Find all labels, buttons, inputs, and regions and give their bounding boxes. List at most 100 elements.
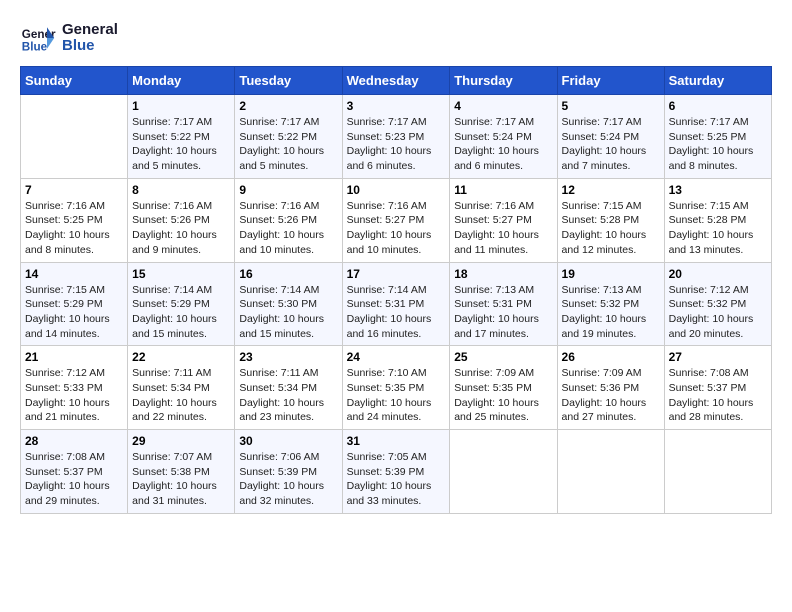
sunrise-text: Sunrise: 7:17 AM (669, 115, 767, 130)
day-info: Sunrise: 7:09 AMSunset: 5:36 PMDaylight:… (562, 366, 660, 425)
sunrise-text: Sunrise: 7:16 AM (25, 199, 123, 214)
day-number: 31 (347, 434, 446, 448)
day-info: Sunrise: 7:17 AMSunset: 5:25 PMDaylight:… (669, 115, 767, 174)
calendar-cell: 9Sunrise: 7:16 AMSunset: 5:26 PMDaylight… (235, 178, 342, 262)
calendar-cell: 25Sunrise: 7:09 AMSunset: 5:35 PMDayligh… (450, 346, 557, 430)
day-number: 21 (25, 350, 123, 364)
sunset-text: Sunset: 5:28 PM (669, 213, 767, 228)
day-info: Sunrise: 7:05 AMSunset: 5:39 PMDaylight:… (347, 450, 446, 509)
day-info: Sunrise: 7:06 AMSunset: 5:39 PMDaylight:… (239, 450, 337, 509)
calendar-cell: 4 Sunrise: 7:17 AMSunset: 5:24 PMDaylight… (450, 95, 557, 179)
calendar-cell: 22 Sunrise: 7:11 AMSunset: 5:34 PMDayligh… (128, 346, 235, 430)
sunset-text: Sunset: 5:25 PM (25, 213, 123, 228)
day-number: 14 (25, 267, 123, 281)
daylight-text: Daylight: 10 hours and 8 minutes. (25, 228, 123, 257)
calendar-cell: 23Sunrise: 7:11 AMSunset: 5:34 PMDayligh… (235, 346, 342, 430)
day-info: Sunrise: 7:15 AMSunset: 5:28 PMDaylight:… (669, 199, 767, 258)
sunset-text: Sunset: 5:33 PM (25, 381, 123, 396)
sunset-text: Sunset: 5:31 PM (454, 297, 552, 312)
day-info: Sunrise: 7:13 AMSunset: 5:31 PMDaylight:… (454, 283, 552, 342)
day-number: 3 (347, 99, 446, 113)
sunset-text: Sunset: 5:24 PM (562, 130, 660, 145)
sunset-text: Sunset: 5:39 PM (239, 465, 337, 480)
calendar-cell: 12Sunrise: 7:15 AMSunset: 5:28 PMDayligh… (557, 178, 664, 262)
day-info: Sunrise: 7:15 AMSunset: 5:29 PMDaylight:… (25, 283, 123, 342)
calendar-body: 1Sunrise: 7:17 AMSunset: 5:22 PMDaylight… (21, 95, 772, 514)
sunrise-text: Sunrise: 7:13 AM (454, 283, 552, 298)
sunset-text: Sunset: 5:38 PM (132, 465, 230, 480)
day-number: 15 (132, 267, 230, 281)
calendar-cell: 1Sunrise: 7:17 AMSunset: 5:22 PMDaylight… (128, 95, 235, 179)
day-number: 7 (25, 183, 123, 197)
calendar-cell: 19Sunrise: 7:13 AMSunset: 5:32 PMDayligh… (557, 262, 664, 346)
sunrise-text: Sunrise: 7:16 AM (454, 199, 552, 214)
daylight-text: Daylight: 10 hours and 11 minutes. (454, 228, 552, 257)
sunrise-text: Sunrise: 7:15 AM (25, 283, 123, 298)
calendar-cell: 13 Sunrise: 7:15 AMSunset: 5:28 PMDayligh… (664, 178, 771, 262)
sunrise-text: Sunrise: 7:16 AM (132, 199, 230, 214)
day-info: Sunrise: 7:12 AMSunset: 5:33 PMDaylight:… (25, 366, 123, 425)
day-number: 20 (669, 267, 767, 281)
sunrise-text: Sunrise: 7:05 AM (347, 450, 446, 465)
sunrise-text: Sunrise: 7:11 AM (132, 366, 230, 381)
calendar-cell: 15Sunrise: 7:14 AMSunset: 5:29 PMDayligh… (128, 262, 235, 346)
week-row-5: 28Sunrise: 7:08 AMSunset: 5:37 PMDayligh… (21, 430, 772, 514)
day-number: 25 (454, 350, 552, 364)
day-number: 4 (454, 99, 552, 113)
day-info: Sunrise: 7:14 AMSunset: 5:31 PMDaylight:… (347, 283, 446, 342)
sunrise-text: Sunrise: 7:14 AM (347, 283, 446, 298)
week-row-1: 1Sunrise: 7:17 AMSunset: 5:22 PMDaylight… (21, 95, 772, 179)
day-number: 26 (562, 350, 660, 364)
day-number: 11 (454, 183, 552, 197)
day-info: Sunrise: 7:17 AMSunset: 5:24 PMDaylight:… (454, 115, 552, 174)
daylight-text: Daylight: 10 hours and 31 minutes. (132, 479, 230, 508)
sunrise-text: Sunrise: 7:16 AM (347, 199, 446, 214)
sunrise-text: Sunrise: 7:17 AM (132, 115, 230, 130)
sunrise-text: Sunrise: 7:06 AM (239, 450, 337, 465)
day-number: 19 (562, 267, 660, 281)
week-row-4: 21Sunrise: 7:12 AMSunset: 5:33 PMDayligh… (21, 346, 772, 430)
sunrise-text: Sunrise: 7:17 AM (454, 115, 552, 130)
daylight-text: Daylight: 10 hours and 13 minutes. (669, 228, 767, 257)
daylight-text: Daylight: 10 hours and 17 minutes. (454, 312, 552, 341)
sunrise-text: Sunrise: 7:16 AM (239, 199, 337, 214)
calendar-cell: 5Sunrise: 7:17 AMSunset: 5:24 PMDaylight… (557, 95, 664, 179)
calendar-cell: 16Sunrise: 7:14 AMSunset: 5:30 PMDayligh… (235, 262, 342, 346)
day-info: Sunrise: 7:17 AMSunset: 5:22 PMDaylight:… (239, 115, 337, 174)
sunrise-text: Sunrise: 7:11 AM (239, 366, 337, 381)
sunrise-text: Sunrise: 7:12 AM (25, 366, 123, 381)
day-number: 18 (454, 267, 552, 281)
calendar-header: SundayMondayTuesdayWednesdayThursdayFrid… (21, 67, 772, 95)
calendar-cell: 28Sunrise: 7:08 AMSunset: 5:37 PMDayligh… (21, 430, 128, 514)
day-info: Sunrise: 7:16 AMSunset: 5:27 PMDaylight:… (347, 199, 446, 258)
sunset-text: Sunset: 5:32 PM (669, 297, 767, 312)
daylight-text: Daylight: 10 hours and 12 minutes. (562, 228, 660, 257)
day-info: Sunrise: 7:11 AMSunset: 5:34 PMDaylight:… (132, 366, 230, 425)
day-number: 22 (132, 350, 230, 364)
daylight-text: Daylight: 10 hours and 22 minutes. (132, 396, 230, 425)
sunset-text: Sunset: 5:29 PM (25, 297, 123, 312)
sunset-text: Sunset: 5:29 PM (132, 297, 230, 312)
day-number: 13 (669, 183, 767, 197)
sunset-text: Sunset: 5:24 PM (454, 130, 552, 145)
daylight-text: Daylight: 10 hours and 10 minutes. (347, 228, 446, 257)
calendar-cell: 29Sunrise: 7:07 AMSunset: 5:38 PMDayligh… (128, 430, 235, 514)
sunset-text: Sunset: 5:32 PM (562, 297, 660, 312)
daylight-text: Daylight: 10 hours and 10 minutes. (239, 228, 337, 257)
calendar-cell: 11 Sunrise: 7:16 AMSunset: 5:27 PMDayligh… (450, 178, 557, 262)
sunrise-text: Sunrise: 7:14 AM (239, 283, 337, 298)
sunset-text: Sunset: 5:26 PM (239, 213, 337, 228)
daylight-text: Daylight: 10 hours and 32 minutes. (239, 479, 337, 508)
calendar-cell: 17Sunrise: 7:14 AMSunset: 5:31 PMDayligh… (342, 262, 450, 346)
daylight-text: Daylight: 10 hours and 33 minutes. (347, 479, 446, 508)
daylight-text: Daylight: 10 hours and 29 minutes. (25, 479, 123, 508)
calendar-cell: 3Sunrise: 7:17 AMSunset: 5:23 PMDaylight… (342, 95, 450, 179)
sunset-text: Sunset: 5:37 PM (25, 465, 123, 480)
day-number: 30 (239, 434, 337, 448)
sunrise-text: Sunrise: 7:14 AM (132, 283, 230, 298)
sunset-text: Sunset: 5:34 PM (132, 381, 230, 396)
sunrise-text: Sunrise: 7:17 AM (347, 115, 446, 130)
calendar-cell: 20Sunrise: 7:12 AMSunset: 5:32 PMDayligh… (664, 262, 771, 346)
weekday-header-row: SundayMondayTuesdayWednesdayThursdayFrid… (21, 67, 772, 95)
day-info: Sunrise: 7:16 AMSunset: 5:27 PMDaylight:… (454, 199, 552, 258)
